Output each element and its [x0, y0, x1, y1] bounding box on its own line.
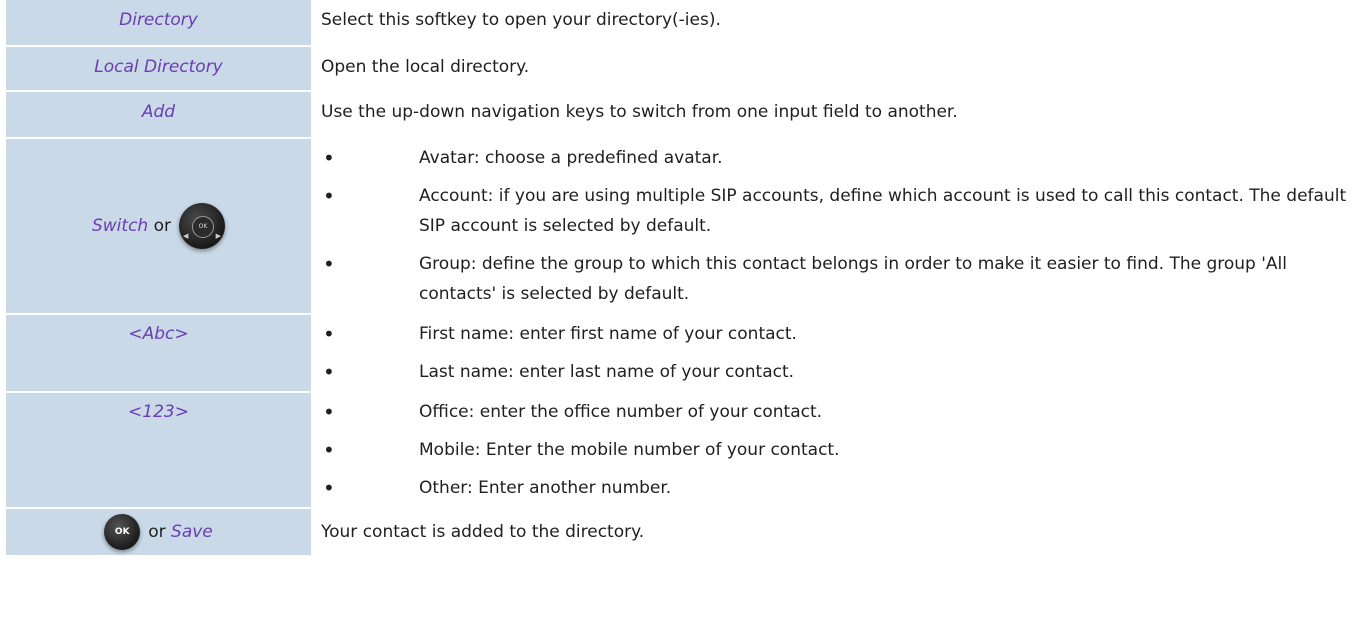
softkey-abc-label: <Abc>	[128, 324, 189, 344]
list-item: • Other: Enter another number.	[323, 476, 672, 500]
description-cell: Your contact is added to the directory.	[311, 508, 1368, 555]
connector-text: or	[153, 216, 171, 236]
description-cell: Open the local directory.	[311, 46, 1368, 92]
list-item: • Last name: enter last name of your cont…	[323, 360, 795, 384]
description-text: Select this softkey to open your directo…	[321, 10, 721, 30]
description-text: Open the local directory.	[321, 57, 530, 77]
list-item: • First name: enter first name of your co…	[323, 322, 797, 346]
nav-ok-label: OK	[192, 216, 214, 238]
list-item: • Account: if you are using multiple SIP …	[323, 184, 1347, 236]
bullet-list: • Office: enter the office number of your…	[321, 393, 1358, 507]
list-item: • Group: define the group to which this c…	[323, 252, 1287, 304]
softkey-cell: Local Directory	[6, 46, 311, 92]
table-row: Switch or ◀ ▶ OK • Avatar: choose a prede…	[6, 138, 1368, 315]
table-row: Add Use the up-down navigation keys to s…	[6, 91, 1368, 139]
table-row: Local Directory Open the local directory…	[6, 46, 1368, 92]
description-text: Use the up-down navigation keys to switc…	[321, 102, 958, 122]
description-cell: • Office: enter the office number of your…	[311, 392, 1368, 509]
description-cell: Use the up-down navigation keys to switc…	[311, 91, 1368, 139]
softkey-cell: Directory	[6, 0, 311, 47]
list-item: • Office: enter the office number of your…	[323, 400, 823, 424]
softkey-add-label: Add	[141, 102, 176, 122]
softkey-cell: Add	[6, 91, 311, 139]
softkey-cell: <Abc>	[6, 314, 311, 393]
bullet-list: • First name: enter first name of your co…	[321, 315, 1358, 391]
list-item: • Avatar: choose a predefined avatar.	[323, 146, 723, 170]
softkey-cell: OK or Save	[6, 508, 311, 555]
description-text: Your contact is added to the directory.	[321, 522, 645, 542]
table-row: Directory Select this softkey to open yo…	[6, 0, 1368, 47]
softkey-cell: Switch or ◀ ▶ OK	[6, 138, 311, 315]
bullet-list: • Avatar: choose a predefined avatar. • Ac…	[321, 139, 1358, 313]
list-item: • Mobile: Enter the mobile number of your…	[323, 438, 840, 462]
description-cell: • Avatar: choose a predefined avatar. • Ac…	[311, 138, 1368, 315]
softkey-cell: <123>	[6, 392, 311, 509]
softkey-123-label: <123>	[128, 402, 189, 422]
table-row: <123> • Office: enter the office number o…	[6, 392, 1368, 509]
softkey-local-directory-label: Local Directory	[94, 57, 223, 77]
connector-text: or	[148, 522, 166, 542]
description-cell: • First name: enter first name of your co…	[311, 314, 1368, 393]
table-row: OK or Save Your contact is added to the …	[6, 508, 1368, 555]
softkey-switch-label: Switch	[91, 216, 149, 236]
softkey-directory-label: Directory	[119, 10, 198, 30]
navigator-key-icon: ◀ ▶ OK	[179, 203, 225, 249]
description-cell: Select this softkey to open your directo…	[311, 0, 1368, 47]
softkey-save-label: Save	[171, 522, 213, 542]
ok-key-icon: OK	[104, 514, 141, 550]
table-row: <Abc> • First name: enter first name of y…	[6, 314, 1368, 393]
instruction-table: Directory Select this softkey to open yo…	[6, 0, 1368, 555]
